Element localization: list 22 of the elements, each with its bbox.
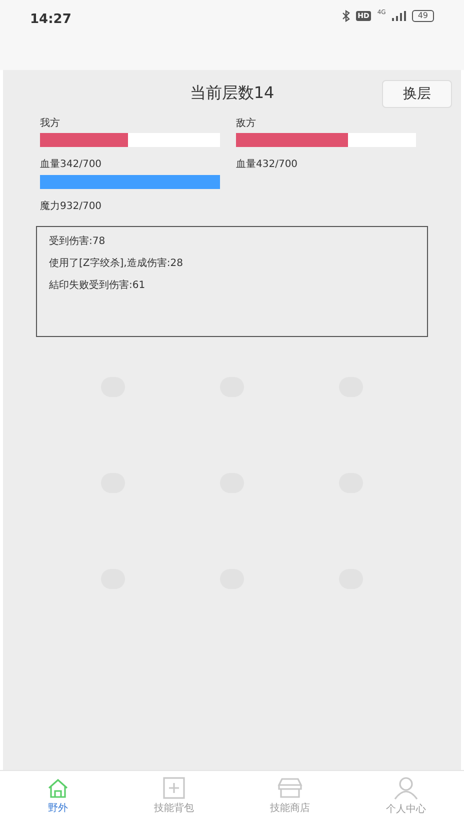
battery-indicator: 49 [412, 10, 434, 22]
nav-tab[interactable]: 野外 [0, 771, 116, 821]
log-line: 受到伤害:78 [49, 235, 106, 248]
nav-tab[interactable]: 技能商店 [232, 771, 348, 821]
player-hp-reading: 血量342/700 [40, 158, 103, 172]
plus-square-icon [162, 776, 186, 798]
signal-icon [392, 11, 406, 21]
log-line: 使用了[Z字绞杀],造成伤害:28 [49, 257, 184, 270]
nav-tab[interactable]: 个人中心 [348, 771, 464, 821]
floor-title: 当前层数14 [190, 82, 274, 104]
enemy-label: 敌方 [236, 116, 257, 131]
person-icon [393, 776, 419, 800]
player-label: 我方 [40, 116, 61, 131]
change-floor-button[interactable]: 换层 [382, 80, 452, 108]
bluetooth-icon [342, 10, 350, 22]
player-mp-reading: 魔力932/700 [40, 200, 103, 214]
status-time: 14:27 [30, 11, 72, 29]
store-icon [277, 776, 303, 798]
enemy-hp-reading: 血量432/700 [236, 158, 299, 172]
log-line: 結印失败受到伤害:61 [49, 279, 146, 292]
nav-tab[interactable]: 技能背包 [116, 771, 232, 821]
home-icon [46, 776, 70, 798]
